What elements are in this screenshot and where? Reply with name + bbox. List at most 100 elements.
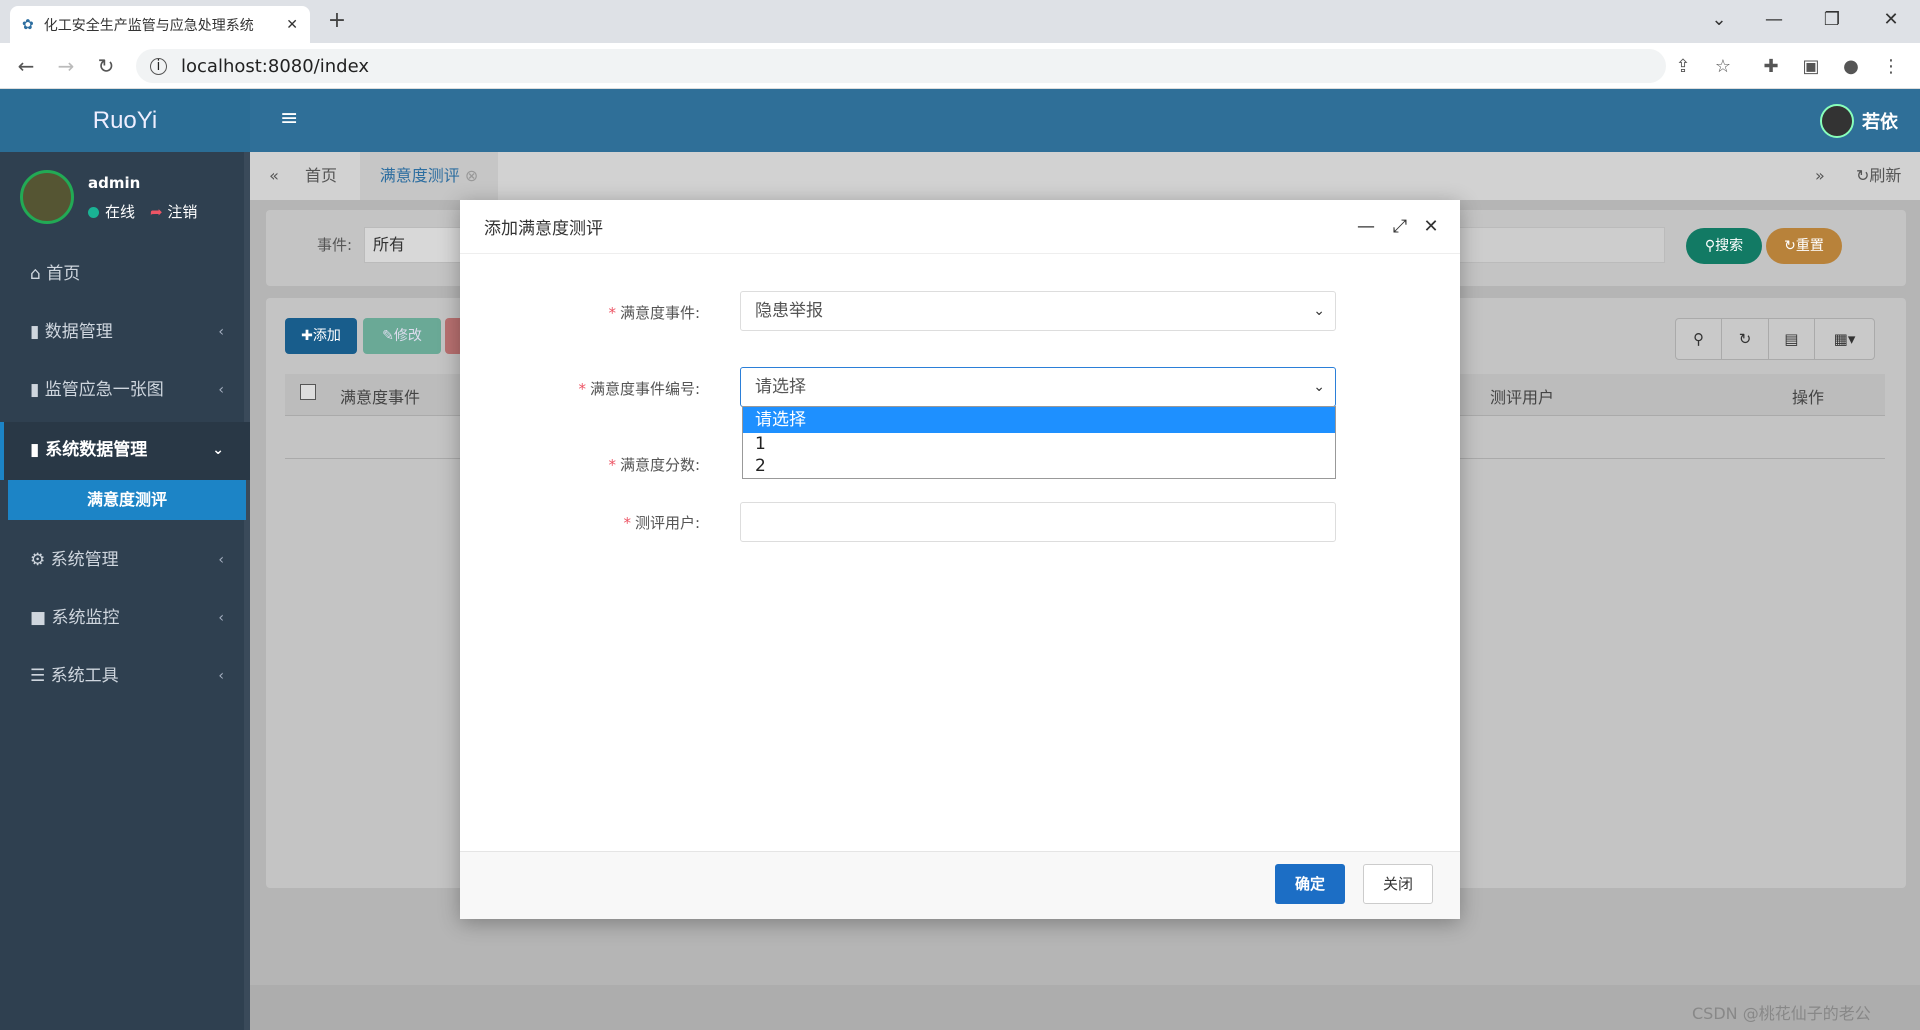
restore-icon[interactable]: ❐ (1803, 0, 1861, 40)
sidebar-item-label: 监管应急一张图 (44, 380, 164, 400)
search-label: 事件: (317, 236, 353, 254)
sidebar-item-tools[interactable]: ☰ 系统工具 ‹ (30, 656, 240, 696)
online-status: 在线 (88, 201, 135, 222)
chevron-left-icon: ‹ (218, 610, 224, 626)
refresh-tab-button[interactable]: ↻刷新 (1856, 152, 1901, 200)
tab-search-icon[interactable]: ⌄ (1690, 0, 1748, 40)
top-navbar (250, 89, 1920, 152)
favicon-icon: ✿ (22, 16, 34, 33)
top-username[interactable]: 若依 (1862, 108, 1898, 134)
star-icon[interactable]: ☆ (1708, 52, 1738, 82)
add-button-label: 添加 (312, 328, 341, 344)
event-dropdown[interactable]: 隐患举报 ⌄ (740, 291, 1336, 331)
status-dot-icon (88, 207, 99, 218)
confirm-button[interactable]: 确定 (1275, 864, 1345, 904)
sidebar-item-label: 首页 (46, 264, 81, 284)
table-tools: ⚲ ↻ ▤ ▦▾ (1675, 318, 1875, 360)
forward-icon[interactable]: → (50, 51, 82, 81)
close-button[interactable]: 关闭 (1363, 864, 1433, 904)
new-tab-button[interactable]: + (320, 8, 354, 36)
page-tabs-bar (250, 152, 1920, 200)
browser-tab[interactable]: ✿ 化工安全生产监管与应急处理系统 ✕ (10, 6, 310, 43)
columns-icon[interactable]: ▦▾ (1815, 319, 1874, 359)
address-bar: ← → ↻ i localhost:8080/index ⇪ ☆ ✚ ▣ ● ⋮ (0, 43, 1920, 89)
search-icon: ⚲ (1704, 238, 1716, 254)
url-field[interactable]: i localhost:8080/index (136, 49, 1666, 83)
bars-icon: ☰ (30, 666, 51, 686)
field-label-score: * 满意度分数: (608, 456, 700, 474)
column-header: 操作 (1792, 388, 1825, 407)
reset-button[interactable]: ↻重置 (1766, 228, 1842, 264)
app-logo[interactable]: RuoYi (0, 89, 250, 152)
gear-icon: ⚙ (30, 550, 51, 570)
video-icon: ■ (30, 608, 52, 628)
refresh-icon: ↻ (1856, 166, 1870, 185)
logout-label: 注销 (167, 203, 198, 221)
dropdown-option[interactable]: 请选择 (743, 407, 1335, 433)
reset-icon: ↻ (1784, 238, 1796, 254)
sidebar-item-label: 系统监控 (51, 608, 120, 628)
minimize-icon[interactable]: — (1745, 0, 1803, 40)
close-icon[interactable]: ✕ (286, 17, 298, 33)
add-button[interactable]: ✚添加 (285, 318, 357, 354)
event-number-options: 请选择 1 2 (742, 406, 1336, 479)
footer-bar (250, 985, 1920, 1030)
menu-kebab-icon[interactable]: ⋮ (1876, 52, 1906, 82)
event-select[interactable]: 所有 (364, 227, 464, 263)
sidebar-subitem-satisfaction[interactable]: 满意度测评 (8, 480, 246, 520)
maximize-dialog-icon[interactable]: ⤢ (1387, 214, 1413, 240)
event-number-dropdown[interactable]: 请选择 ⌄ (740, 367, 1336, 407)
select-all-checkbox[interactable] (300, 384, 316, 400)
column-header: 测评用户 (1490, 388, 1555, 407)
search-button[interactable]: ⚲搜索 (1686, 228, 1762, 264)
watermark: CSDN @桃花仙子的老公 (1692, 1004, 1871, 1023)
sidebar-item-system[interactable]: ⚙ 系统管理 ‹ (30, 540, 240, 580)
info-icon: i (150, 57, 167, 75)
sidebar-item-sysdata[interactable]: ▮ 系统数据管理 ⌄ (30, 430, 240, 470)
field-label-event-number: * 满意度事件编号: (578, 380, 700, 398)
chevron-left-icon: ‹ (218, 552, 224, 568)
logout-link[interactable]: ➦ 注销 (150, 201, 197, 222)
edit-button[interactable]: ✎修改 (363, 318, 441, 354)
event-number-dropdown-value: 请选择 (755, 377, 806, 397)
back-icon[interactable]: ← (10, 51, 42, 81)
sidebar-item-data[interactable]: ▮ 数据管理 ‹ (30, 312, 240, 352)
sidebar-item-home[interactable]: ⌂ 首页 (30, 254, 240, 294)
evaluator-input[interactable] (740, 502, 1336, 542)
edit-button-label: 修改 (393, 328, 422, 344)
page-tab-active[interactable]: 满意度测评 ⊗ (360, 152, 498, 200)
column-header: 满意度事件 (340, 388, 421, 407)
reload-icon[interactable]: ↻ (90, 51, 122, 81)
url-text: localhost:8080/index (181, 55, 369, 77)
hamburger-icon[interactable]: ≡ (280, 106, 304, 134)
profile-icon[interactable]: ● (1836, 52, 1866, 82)
share-icon[interactable]: ⇪ (1668, 52, 1698, 82)
avatar[interactable] (1820, 104, 1854, 138)
tabs-left-icon[interactable]: « (262, 152, 286, 200)
edit-icon: ✎ (382, 328, 394, 344)
extensions-icon[interactable]: ✚ (1756, 52, 1786, 82)
sidebar-item-map[interactable]: ▮ 监管应急一张图 ‹ (30, 370, 240, 410)
search-button-label: 搜索 (1715, 238, 1744, 254)
status-label: 在线 (105, 203, 136, 221)
sidepanel-icon[interactable]: ▣ (1796, 52, 1826, 82)
bookmark-icon: ▮ (30, 380, 45, 400)
sidebar-item-monitor[interactable]: ■ 系统监控 ‹ (30, 598, 240, 638)
window-close-icon[interactable]: ✕ (1862, 0, 1920, 40)
plus-icon: ✚ (301, 328, 313, 344)
refresh-table-icon[interactable]: ↻ (1722, 319, 1769, 359)
close-dialog-icon[interactable]: ✕ (1418, 214, 1444, 240)
list-view-icon[interactable]: ▤ (1769, 319, 1816, 359)
tabs-right-icon[interactable]: » (1815, 152, 1825, 200)
page-tab-home[interactable]: 首页 (305, 152, 337, 200)
dropdown-option[interactable]: 2 (743, 455, 1335, 477)
close-circle-icon[interactable]: ⊗ (465, 166, 478, 185)
dropdown-option[interactable]: 1 (743, 433, 1335, 455)
minimize-dialog-icon[interactable]: — (1353, 214, 1379, 240)
chevron-left-icon: ‹ (218, 324, 224, 340)
chevron-left-icon: ‹ (218, 668, 224, 684)
sidebar-avatar (20, 170, 74, 224)
search-toggle-icon[interactable]: ⚲ (1676, 319, 1723, 359)
event-dropdown-value: 隐患举报 (755, 301, 823, 321)
event-select-value: 所有 (373, 235, 406, 254)
